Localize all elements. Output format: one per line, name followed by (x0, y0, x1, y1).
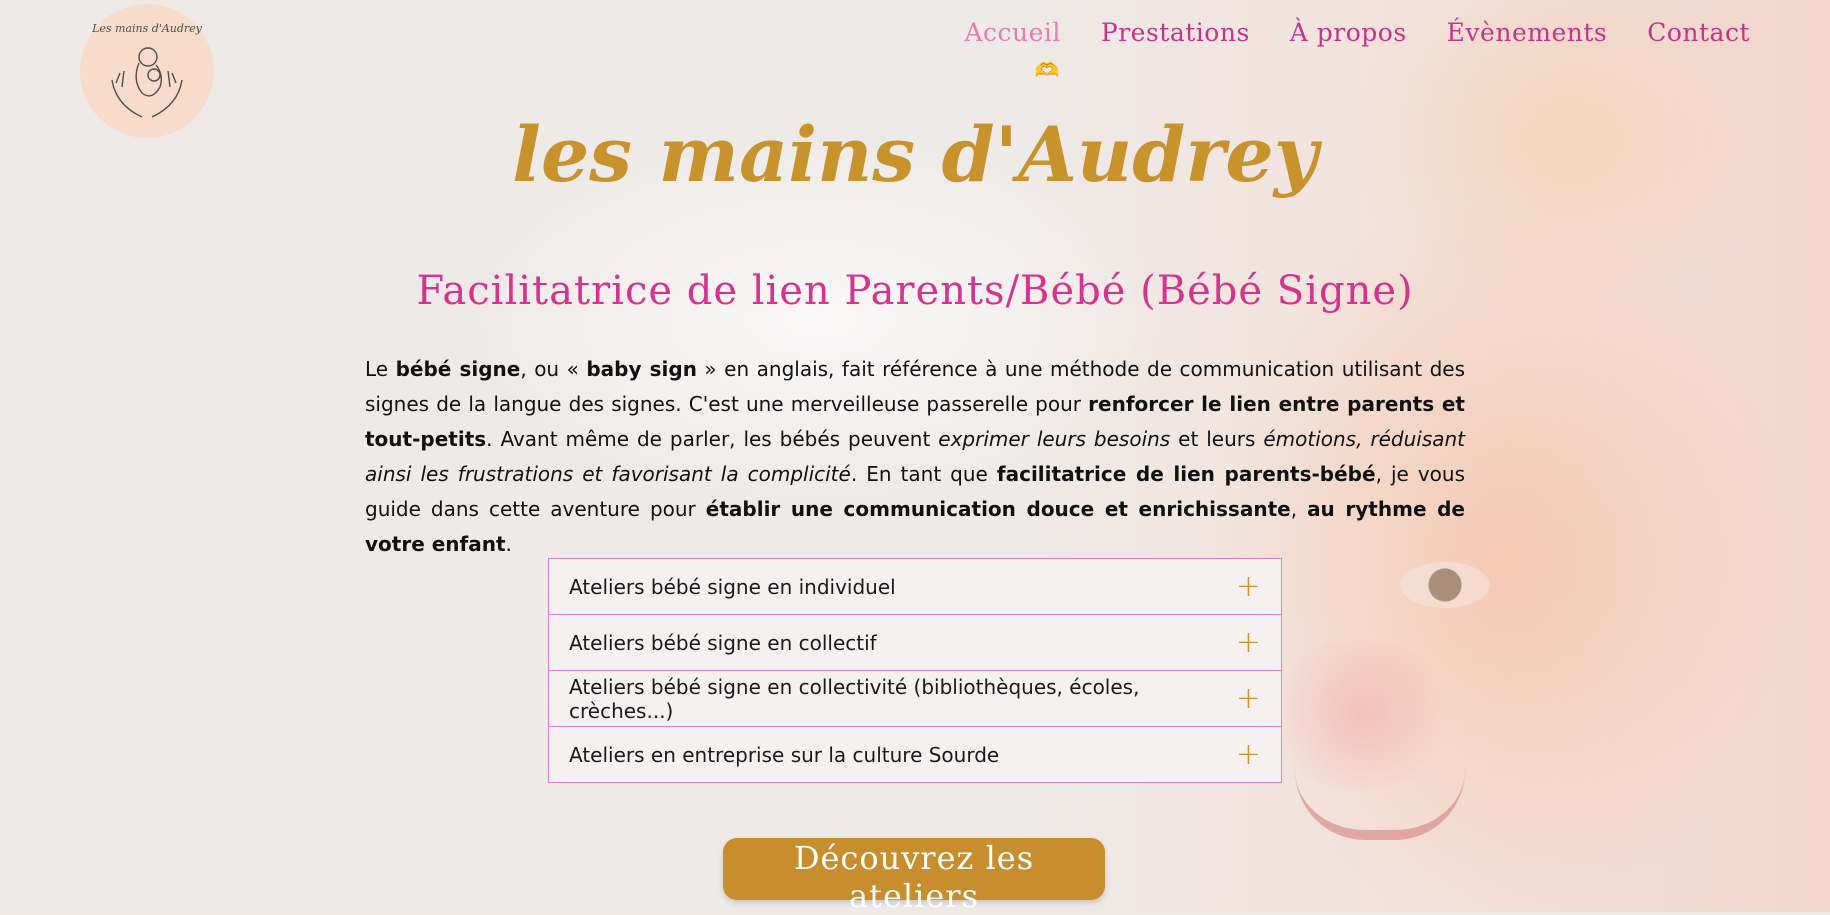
nav-item-contact[interactable]: Contact (1647, 18, 1750, 47)
baby-eye-decoration (1400, 562, 1490, 608)
nav-item-prestations[interactable]: Prestations (1101, 18, 1250, 47)
accordion-item-label: Ateliers bébé signe en collectivité (bib… (569, 674, 1140, 723)
page-subtitle: Facilitatrice de lien Parents/Bébé (Bébé… (416, 268, 1414, 314)
intro-segment: Le (365, 357, 396, 381)
nav-item-a-propos[interactable]: À propos (1290, 18, 1407, 47)
accordion-item-entreprise[interactable]: Ateliers en entreprise sur la culture So… (549, 727, 1281, 782)
intro-segment: exprimer leurs besoins (938, 427, 1171, 451)
accordion-item-collectivite[interactable]: Ateliers bébé signe en collectivité (bib… (549, 671, 1281, 727)
accordion-item-label: Ateliers bébé signe en collectif (569, 630, 877, 655)
accordion-item-collectif[interactable]: Ateliers bébé signe en collectif + (549, 615, 1281, 671)
intro-segment: . En tant que (850, 462, 997, 486)
intro-segment: . Avant même de parler, les bébés peuven… (486, 427, 939, 451)
intro-segment: , (1290, 497, 1308, 521)
intro-paragraph: Le bébé signe, ou « baby sign » en angla… (365, 352, 1465, 562)
plus-icon[interactable]: + (1236, 627, 1261, 658)
plus-icon[interactable]: + (1236, 739, 1261, 770)
plus-icon[interactable]: + (1236, 683, 1261, 714)
accordion-item-individuel[interactable]: Ateliers bébé signe en individuel + (549, 559, 1281, 615)
intro-segment: baby sign (586, 357, 697, 381)
brand-title: les mains d'Audrey (512, 110, 1318, 199)
main-nav: Accueil Prestations À propos Évènements … (964, 18, 1750, 47)
intro-segment: . (505, 532, 512, 556)
nav-item-evenements[interactable]: Évènements (1447, 18, 1608, 47)
intro-segment: et leurs (1170, 427, 1264, 451)
discover-workshops-button[interactable]: Découvrez les ateliers (723, 838, 1105, 915)
intro-segment: bébé signe (395, 357, 521, 381)
plus-icon[interactable]: + (1236, 571, 1261, 602)
intro-segment: , ou « (520, 357, 587, 381)
nav-item-accueil[interactable]: Accueil (964, 18, 1060, 47)
intro-segment: établir une communication douce et enric… (705, 497, 1291, 521)
intro-segment: facilitatrice de lien parents-bébé (996, 462, 1376, 486)
accordion-item-label: Ateliers bébé signe en individuel (569, 574, 896, 599)
hands-heart-icon: 🫶 (1034, 58, 1060, 82)
baby-cheek-decoration (1260, 640, 1460, 790)
workshops-accordion: Ateliers bébé signe en individuel + Atel… (548, 558, 1282, 783)
logo-text: Les mains d'Audrey (92, 22, 202, 35)
accordion-item-label: Ateliers en entreprise sur la culture So… (569, 742, 1000, 767)
